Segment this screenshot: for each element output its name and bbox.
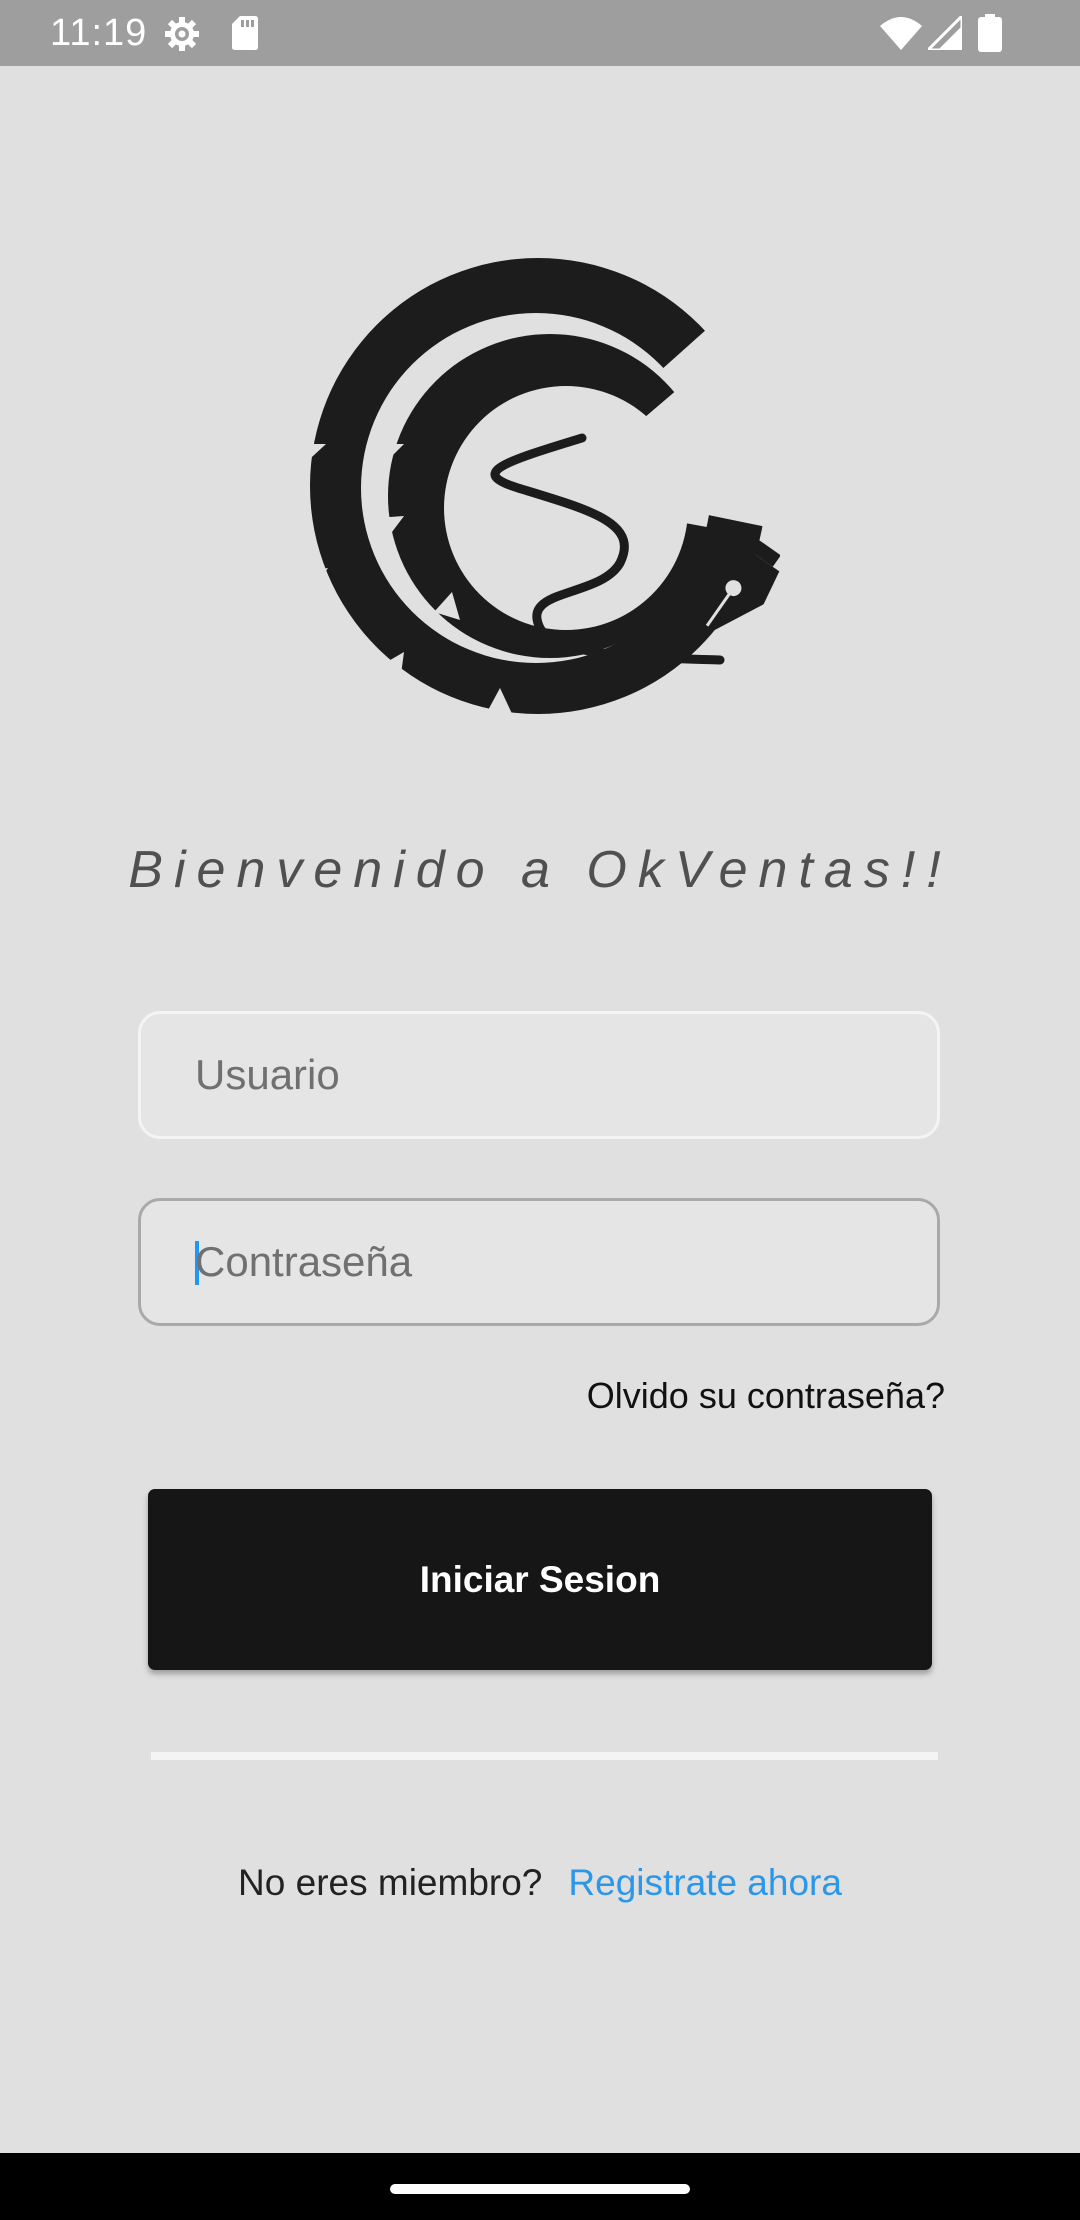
sd-card-icon xyxy=(232,16,258,50)
navigation-bar xyxy=(0,2153,1080,2220)
password-field[interactable]: Contraseña xyxy=(138,1198,940,1326)
home-gesture-handle[interactable] xyxy=(390,2184,690,2194)
settings-gear-icon xyxy=(165,17,199,51)
password-placeholder: Contraseña xyxy=(195,1238,413,1285)
welcome-heading: Bienvenido a OkVentas!! xyxy=(128,841,952,899)
login-button-label: Iniciar Sesion xyxy=(419,1558,661,1600)
username-field[interactable]: Usuario xyxy=(138,1011,940,1139)
wifi-icon xyxy=(880,17,922,50)
okventas-logo-icon xyxy=(300,258,780,718)
battery-icon xyxy=(978,14,1002,52)
signup-row: No eres miembro? Registrate ahora xyxy=(0,1858,1080,1908)
username-placeholder: Usuario xyxy=(195,1051,340,1098)
signal-icon xyxy=(928,16,962,50)
status-time: 11:19 xyxy=(50,12,148,54)
divider xyxy=(151,1752,938,1760)
status-bar: 11:19 xyxy=(0,0,1080,66)
signup-question: No eres miembro? xyxy=(238,1862,543,1903)
login-button[interactable]: Iniciar Sesion xyxy=(148,1489,932,1670)
register-link[interactable]: Registrate ahora xyxy=(568,1862,842,1903)
forgot-password-link[interactable]: Olvido su contraseña? xyxy=(587,1370,945,1422)
